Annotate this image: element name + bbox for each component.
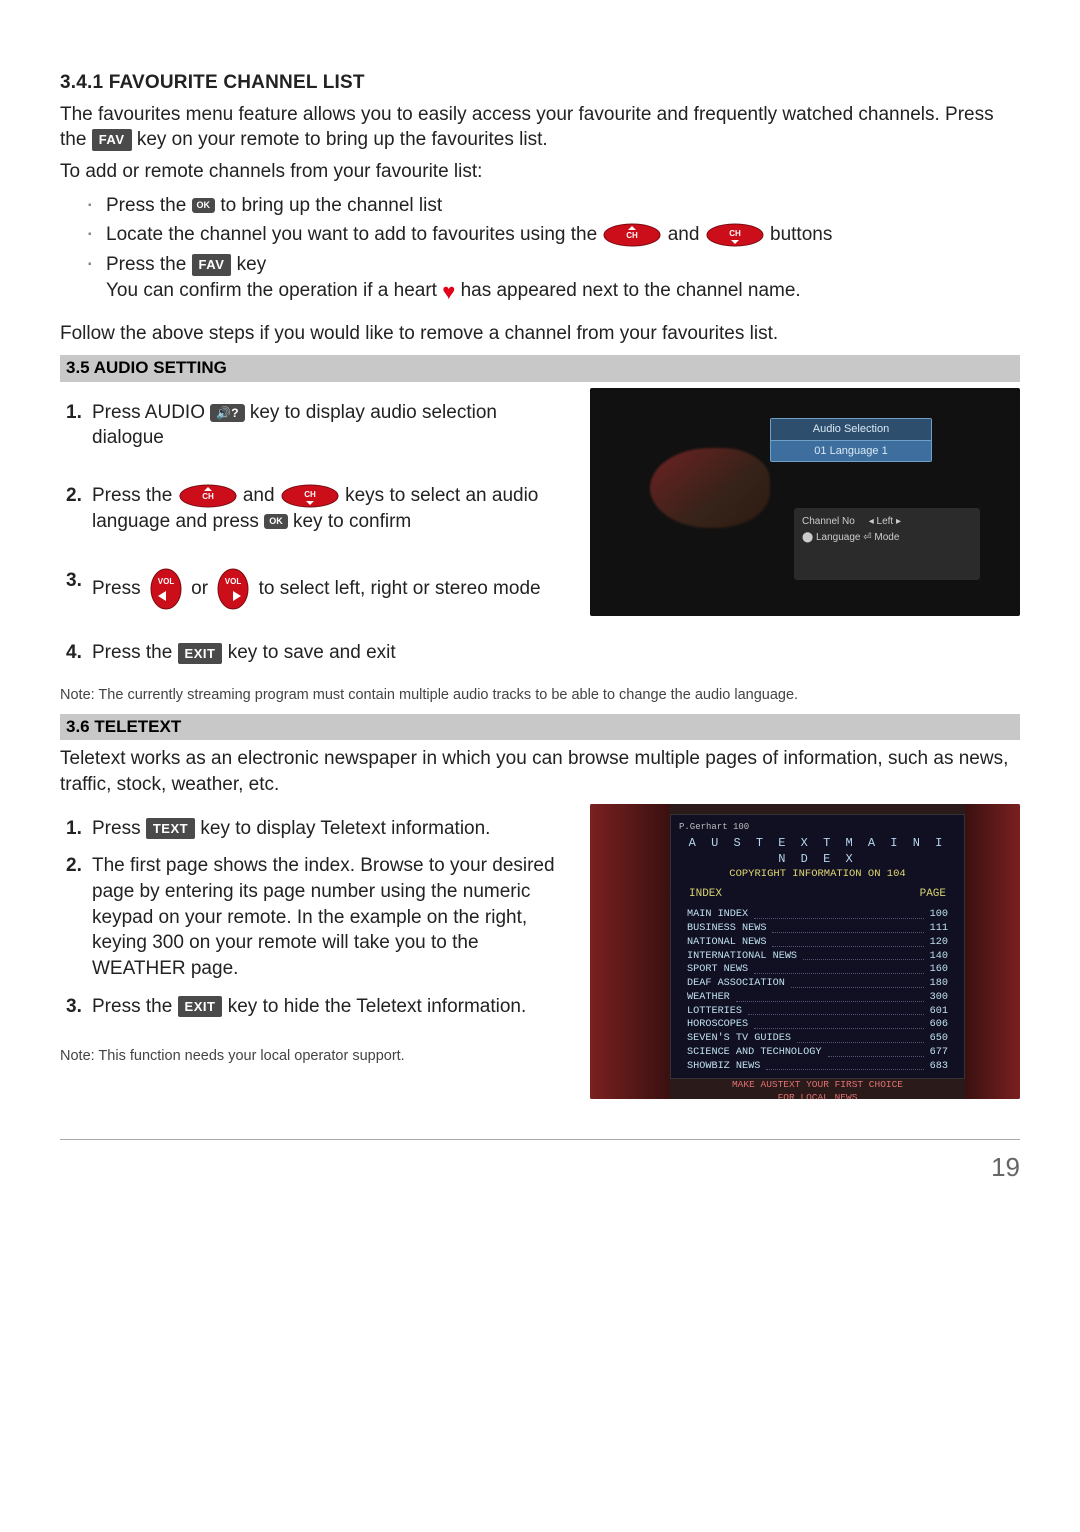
teletext-row: INTERNATIONAL NEWS140	[687, 950, 948, 964]
para-341-addremove: To add or remote channels from your favo…	[60, 159, 1020, 185]
audio-info-bar: Channel No ◂ Left ▸ ⬤ Language ⏎ Mode	[794, 508, 980, 580]
dialog-row: 01 Language 1	[771, 441, 931, 462]
audio-selection-dialog: Audio Selection 01 Language 1	[770, 418, 932, 463]
teletext-subtitle: COPYRIGHT INFORMATION ON 104	[679, 867, 956, 881]
heart-icon: ♥	[442, 279, 455, 304]
svg-text:VOL: VOL	[225, 577, 242, 586]
teletext-screenshot: P.Gerhart 100 A U S T E X T M A I N I N …	[590, 804, 1020, 1099]
para-341-intro: The favourites menu feature allows you t…	[60, 102, 1020, 153]
teletext-row: BUSINESS NEWS111	[687, 922, 948, 936]
svg-text:CH: CH	[729, 229, 741, 238]
teletext-row: SPORT NEWS160	[687, 963, 948, 977]
teletext-row: HOROSCOPES606	[687, 1018, 948, 1032]
teletext-row: LOTTERIES601	[687, 1005, 948, 1019]
step-browse-index: The first page shows the index. Browse t…	[66, 847, 572, 987]
bullet-press-ok: Press the OK to bring up the channel lis…	[88, 191, 1020, 221]
audio-note: Note: The currently streaming program mu…	[60, 686, 1020, 706]
text: Press the	[92, 642, 178, 663]
text: to bring up the channel list	[220, 195, 442, 216]
footer-divider	[60, 1139, 1020, 1140]
page-number: 19	[60, 1150, 1020, 1185]
text: Press the	[106, 195, 192, 216]
text: ⬤ Language ⏎ Mode	[802, 532, 899, 543]
ok-key: OK	[264, 514, 288, 529]
audio-steps: Press AUDIO 🔊? key to display audio sele…	[66, 394, 572, 672]
text: Press AUDIO	[92, 402, 210, 423]
step-hide-teletext: Press the EXIT key to hide the Teletext …	[66, 988, 572, 1026]
col-index: INDEX	[689, 887, 722, 902]
svg-text:CH: CH	[304, 490, 316, 499]
bullet-press-fav: Press the FAV key You can confirm the op…	[88, 250, 1020, 309]
teletext-note: Note: This function needs your local ope…	[60, 1047, 572, 1067]
text: has appeared next to the channel name.	[461, 280, 801, 301]
teletext-row: NATIONAL NEWS120	[687, 936, 948, 950]
text: key to save and exit	[228, 642, 396, 663]
dialog-title: Audio Selection	[771, 419, 931, 441]
heading-35: 3.5 AUDIO SETTING	[60, 355, 1020, 382]
vol-left-button-icon: VOL	[146, 568, 186, 610]
exit-key: EXIT	[178, 996, 223, 1018]
svg-text:CH: CH	[627, 231, 639, 240]
fav-key: FAV	[192, 254, 232, 276]
text: ◂ Left ▸	[869, 516, 901, 527]
text: key	[237, 254, 267, 275]
teletext-steps: Press TEXT key to display Teletext infor…	[66, 810, 572, 1025]
text: key to hide the Teletext information.	[228, 996, 527, 1017]
audio-key-icon: 🔊?	[210, 404, 244, 422]
teletext-footer1: MAKE AUSTEXT YOUR FIRST CHOICE	[732, 1079, 903, 1090]
svg-text:CH: CH	[202, 492, 214, 501]
teletext-title: A U S T E X T M A I N I N D E X	[679, 835, 956, 867]
svg-text:VOL: VOL	[158, 577, 175, 586]
text: key to display Teletext information.	[200, 818, 490, 839]
ch-up-button-icon: CH	[178, 484, 238, 508]
ch-up-button-icon: CH	[602, 223, 662, 247]
teletext-row: MAIN INDEX100	[687, 908, 948, 922]
audio-selection-screenshot: Audio Selection 01 Language 1 Channel No…	[590, 388, 1020, 616]
text: to select left, right or stereo mode	[259, 578, 541, 599]
text: Press the	[92, 996, 178, 1017]
text: and	[668, 224, 705, 245]
step-select-mode: Press VOL or VOL to select left, right o…	[66, 562, 572, 616]
col-page: PAGE	[920, 887, 946, 902]
step-select-language: Press the CH and CH keys to select an au…	[66, 477, 572, 540]
ch-down-button-icon: CH	[280, 484, 340, 508]
text: Press the	[106, 254, 192, 275]
text: or	[191, 578, 213, 599]
text: key on your remote to bring up the favou…	[137, 129, 548, 150]
teletext-row: SCIENCE AND TECHNOLOGY677	[687, 1046, 948, 1060]
teletext-row: SEVEN'S TV GUIDES650	[687, 1032, 948, 1046]
text: key to confirm	[293, 511, 411, 532]
teletext-index-list: MAIN INDEX100BUSINESS NEWS111NATIONAL NE…	[679, 908, 956, 1073]
step-press-text: Press TEXT key to display Teletext infor…	[66, 810, 572, 848]
text: Press	[92, 578, 146, 599]
step-press-audio: Press AUDIO 🔊? key to display audio sele…	[66, 394, 572, 457]
para-341-remove: Follow the above steps if you would like…	[60, 321, 1020, 347]
heading-341: 3.4.1 FAVOURITE CHANNEL LIST	[60, 70, 1020, 96]
text: Channel No	[802, 516, 855, 527]
text: Press the	[92, 485, 178, 506]
text: You can confirm the operation if a heart	[106, 280, 442, 301]
para-teletext-intro: Teletext works as an electronic newspape…	[60, 746, 1020, 797]
vol-right-button-icon: VOL	[213, 568, 253, 610]
exit-key: EXIT	[178, 643, 223, 665]
step-exit: Press the EXIT key to save and exit	[66, 634, 572, 672]
teletext-topbar: P.Gerhart 100	[679, 821, 956, 833]
text: Locate the channel you want to add to fa…	[106, 224, 602, 245]
text: and	[243, 485, 280, 506]
teletext-row: WEATHER300	[687, 991, 948, 1005]
text-key: TEXT	[146, 818, 195, 840]
heading-36: 3.6 TELETEXT	[60, 714, 1020, 741]
text: buttons	[770, 224, 832, 245]
fav-key: FAV	[92, 129, 132, 151]
ok-key: OK	[192, 198, 216, 213]
favlist-steps: Press the OK to bring up the channel lis…	[88, 191, 1020, 310]
teletext-footer1b: FOR LOCAL NEWS	[778, 1092, 858, 1098]
teletext-row: DEAF ASSOCIATION180	[687, 977, 948, 991]
bullet-locate-channel: Locate the channel you want to add to fa…	[88, 220, 1020, 250]
text: Press	[92, 818, 146, 839]
teletext-row: SHOWBIZ NEWS683	[687, 1060, 948, 1074]
ch-down-button-icon: CH	[705, 223, 765, 247]
